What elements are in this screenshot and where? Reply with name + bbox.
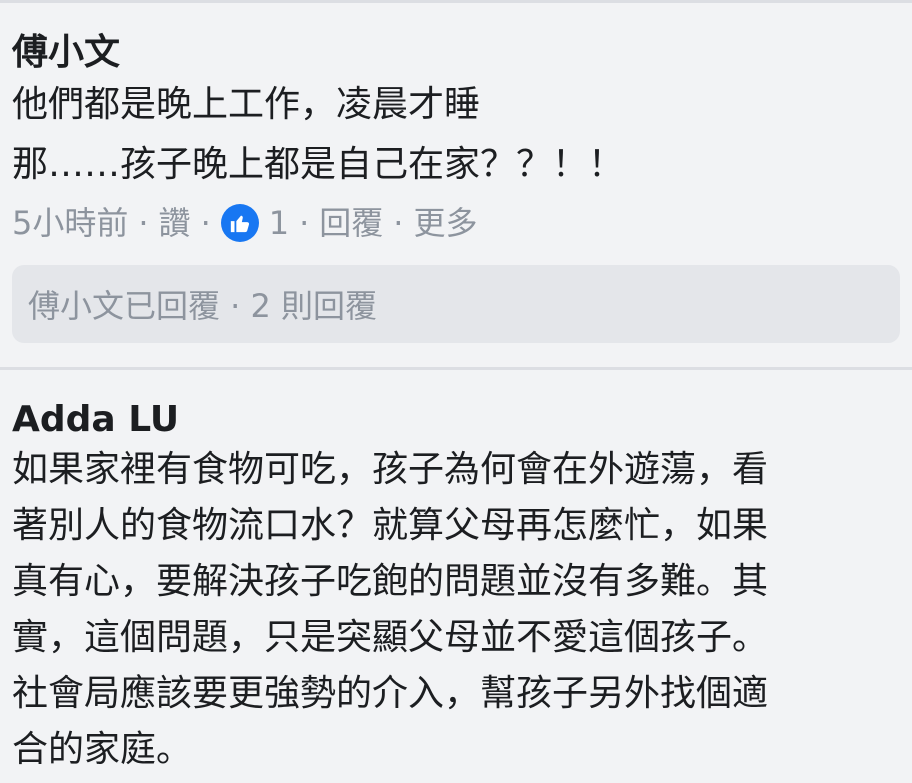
- replies-summary: 傅小文已回覆 · 2 則回覆: [28, 287, 378, 325]
- comment-line: 著別人的食物流口水？就算父母再怎麼忙，如果: [12, 505, 769, 546]
- separator: ·: [138, 204, 149, 242]
- separator: ·: [393, 204, 404, 242]
- comment-line: 那……孩子晚上都是自己在家？？！！: [12, 144, 625, 185]
- comment-line: 社會局應該要更強勢的介入，幫孩子另外找個適: [12, 673, 769, 714]
- timestamp: 5小時前: [12, 204, 129, 242]
- separator: ·: [299, 204, 310, 242]
- comment-line: 真有心，要解決孩子吃飽的問題並沒有多難。其: [12, 561, 769, 602]
- comment-author[interactable]: Adda LU: [12, 398, 900, 442]
- comment-body: 他們都是晚上工作，凌晨才睡 那……孩子晚上都是自己在家？？！！: [12, 75, 900, 195]
- comment: Adda LU 如果家裡有食物可吃，孩子為何會在外遊蕩，看 著別人的食物流口水？…: [0, 370, 912, 778]
- like-button[interactable]: 讚: [159, 203, 191, 243]
- view-replies-button[interactable]: 傅小文已回覆 · 2 則回覆: [12, 265, 900, 343]
- comment-line: 他們都是晚上工作，凌晨才睡: [12, 84, 481, 125]
- comment: 傅小文 他們都是晚上工作，凌晨才睡 那……孩子晚上都是自己在家？？！！ 5小時前…: [0, 3, 912, 343]
- reaction-count[interactable]: 1: [269, 203, 289, 243]
- separator: ·: [200, 204, 211, 242]
- comment-line: 實，這個問題，只是突顯父母並不愛這個孩子。: [12, 617, 769, 658]
- comment-line: 如果家裡有食物可吃，孩子為何會在外遊蕩，看: [12, 449, 769, 490]
- reply-button[interactable]: 回覆: [319, 203, 383, 243]
- comment-line: 合的家庭。: [12, 729, 193, 770]
- comment-author[interactable]: 傅小文: [12, 31, 900, 75]
- more-button[interactable]: 更多: [413, 203, 477, 243]
- comment-body: 如果家裡有食物可吃，孩子為何會在外遊蕩，看 著別人的食物流口水？就算父母再怎麼忙…: [12, 442, 900, 778]
- comment-meta: 5小時前 · 讚 · 1 · 回覆 · 更多: [12, 203, 900, 243]
- thumbs-up-icon: [220, 204, 259, 242]
